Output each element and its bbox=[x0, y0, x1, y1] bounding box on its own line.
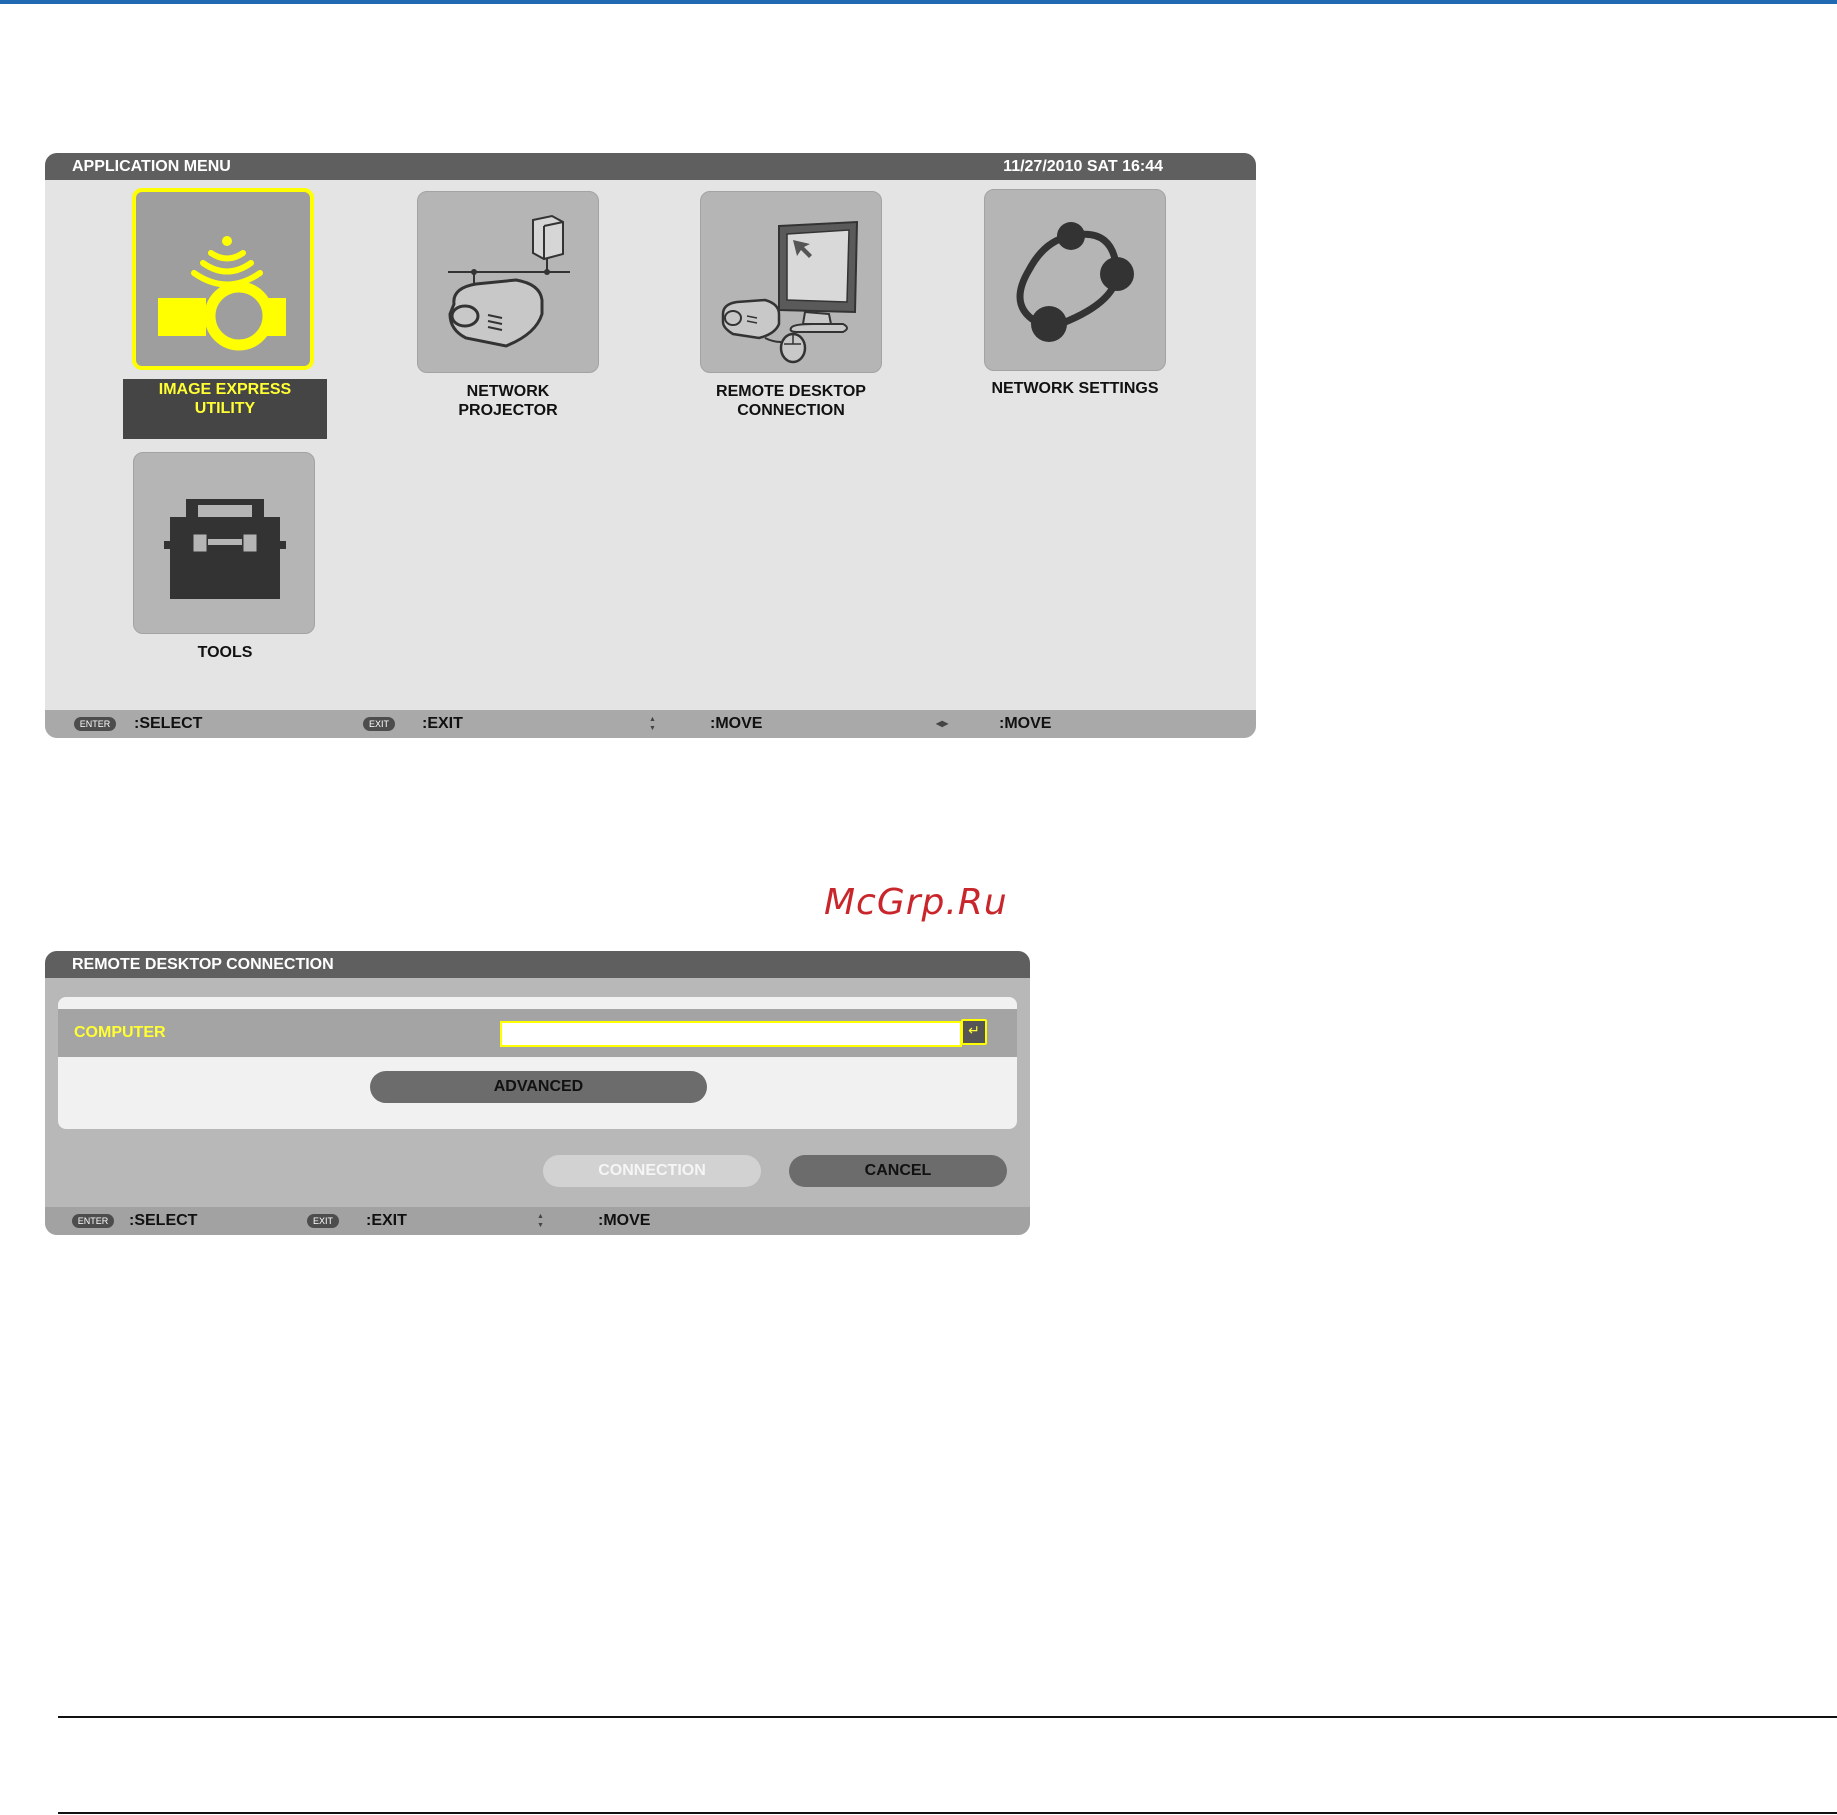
cancel-button[interactable]: CANCEL bbox=[789, 1155, 1007, 1187]
remote-desktop-icon bbox=[721, 220, 859, 364]
connection-button[interactable]: CONNECTION bbox=[543, 1155, 761, 1187]
footer-hints: ENTER :SELECT EXIT :EXIT ▲▼ :MOVE bbox=[45, 1207, 1030, 1235]
watermark: McGrp.Ru bbox=[824, 882, 1008, 923]
window-title: APPLICATION MENU bbox=[72, 158, 231, 175]
remote-desktop-window: REMOTE DESKTOP CONNECTION COMPUTER ↵ ADV… bbox=[45, 951, 1030, 1235]
enter-confirm-button[interactable]: ↵ bbox=[961, 1019, 987, 1045]
exit-key-icon: EXIT bbox=[307, 1214, 339, 1228]
datetime: 11/27/2010 SAT 16:44 bbox=[1003, 158, 1163, 175]
toolbox-icon bbox=[164, 499, 286, 599]
top-rule bbox=[0, 0, 1837, 4]
hint-move-vertical: :MOVE bbox=[710, 715, 763, 732]
enter-key-icon: ENTER bbox=[72, 1214, 114, 1228]
exit-key-icon: EXIT bbox=[363, 717, 395, 731]
hint-move-vertical: :MOVE bbox=[598, 1212, 651, 1229]
tile-network-settings[interactable] bbox=[984, 189, 1166, 371]
tile-label-network-settings: NETWORK SETTINGS bbox=[991, 380, 1159, 397]
tile-label-network-projector: NETWORK PROJECTOR bbox=[458, 383, 558, 419]
hint-exit: :EXIT bbox=[366, 1212, 407, 1229]
footer-hints: ENTER :SELECT EXIT :EXIT ▲▼ :MOVE ◀▶ :MO… bbox=[45, 710, 1256, 738]
tile-label-image-express: IMAGE EXPRESS UTILITY bbox=[158, 381, 292, 417]
hint-select: :SELECT bbox=[134, 715, 203, 732]
updown-arrow-icon: ▲▼ bbox=[649, 716, 656, 732]
computer-input[interactable] bbox=[500, 1021, 962, 1047]
enter-key-icon: ENTER bbox=[74, 717, 116, 731]
image-express-icon bbox=[158, 236, 286, 351]
application-menu-window: APPLICATION MENU 11/27/2010 SAT 16:44 IM… bbox=[45, 153, 1256, 738]
computer-label: COMPUTER bbox=[74, 1024, 166, 1041]
tile-image-express-utility[interactable] bbox=[132, 188, 314, 370]
tile-network-projector[interactable] bbox=[417, 191, 599, 373]
footer-rule-bottom bbox=[58, 1812, 1837, 1814]
hint-move-horizontal: :MOVE bbox=[999, 715, 1052, 732]
window-title: REMOTE DESKTOP CONNECTION bbox=[72, 956, 334, 973]
advanced-button[interactable]: ADVANCED bbox=[370, 1071, 707, 1103]
network-settings-icon bbox=[1016, 222, 1134, 342]
title-bar: APPLICATION MENU 11/27/2010 SAT 16:44 bbox=[45, 153, 1256, 180]
leftright-arrow-icon: ◀▶ bbox=[936, 719, 949, 728]
updown-arrow-icon: ▲▼ bbox=[537, 1213, 544, 1229]
tile-remote-desktop-connection[interactable] bbox=[700, 191, 882, 373]
title-bar: REMOTE DESKTOP CONNECTION bbox=[45, 951, 1030, 978]
hint-exit: :EXIT bbox=[422, 715, 463, 732]
tile-tools[interactable] bbox=[133, 452, 315, 634]
tile-label-remote-desktop: REMOTE DESKTOP CONNECTION bbox=[716, 383, 866, 419]
footer-rule-top bbox=[58, 1716, 1837, 1718]
hint-select: :SELECT bbox=[129, 1212, 198, 1229]
network-projector-icon bbox=[448, 214, 570, 348]
tile-label-tools: TOOLS bbox=[197, 644, 253, 661]
